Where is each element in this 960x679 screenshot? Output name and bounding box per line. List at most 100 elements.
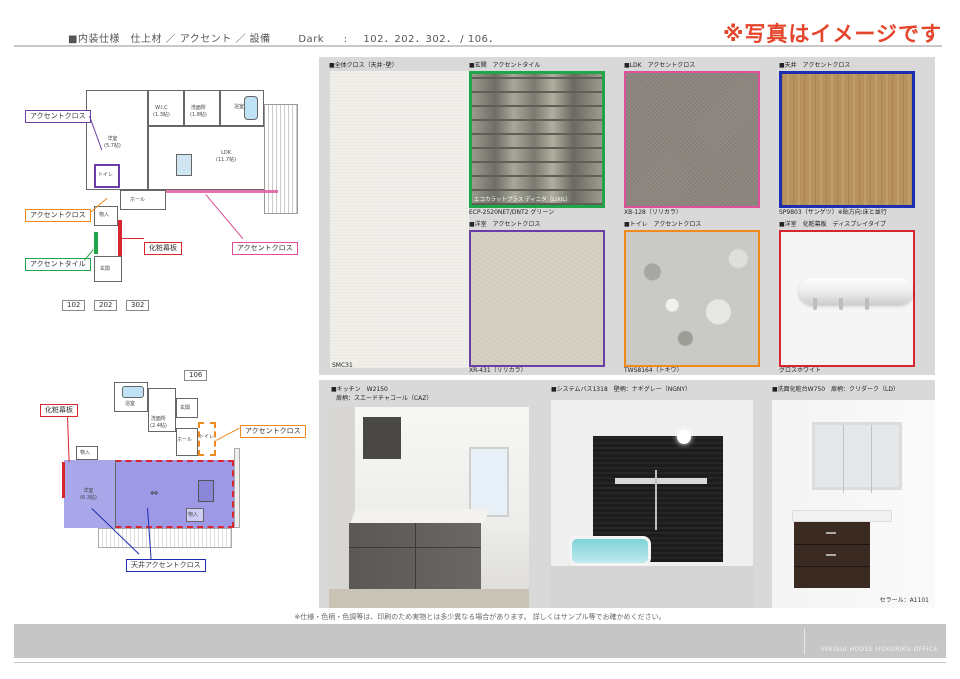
western-board-swatch	[779, 230, 915, 367]
vanity-photo: セラール：A1101	[772, 400, 935, 608]
room-bath-label: 浴室	[125, 401, 136, 407]
room-storage-2-label: 物入	[188, 512, 199, 518]
unit-label-302: 302	[126, 300, 150, 311]
bathtub-icon	[244, 96, 258, 120]
western-cloth-label: ■洋室 アクセントクロス	[469, 221, 541, 228]
unit-label-202: 202	[94, 300, 118, 311]
room-storage-label: 物入	[99, 212, 110, 218]
bathtub-icon	[122, 386, 144, 398]
unit-list: 102．202．302． / 106．	[363, 34, 499, 45]
room-hall-label: ホール	[177, 437, 193, 443]
leader-line	[122, 238, 144, 239]
western-cloth-swatch	[469, 230, 605, 367]
room-entrance-label: 玄関	[100, 266, 111, 272]
floor-plan-106: 106 浴室 洗面所 (2.4帖) 玄関 ホール トイレ 物入 洋室 (6.3帖) …	[0, 368, 310, 588]
toilet-cloth-swatch	[624, 230, 760, 367]
leader-line	[216, 427, 240, 441]
kitchen-title: ■キッチン W2150	[331, 386, 388, 393]
section-title: ■内装仕様 仕上材 ／ アクセント ／ 設備	[68, 34, 271, 45]
room-toilet-label: トイレ	[199, 434, 215, 440]
vanity-title: ■洗面化粧台W750 扉柄：クリダーク（LD）	[772, 386, 900, 393]
room-washroom-label: 洗面所 (1.8帖)	[190, 105, 207, 118]
makeup-board-marker	[62, 462, 65, 498]
hook-icon	[865, 298, 869, 310]
western-cloth-code: XR-431（リリカラ）	[469, 367, 527, 374]
kitchen-counter-icon	[176, 154, 192, 176]
kitchen-photo	[329, 407, 529, 608]
footer-separator	[804, 628, 805, 654]
header-divider	[14, 45, 942, 47]
all-cloth-code: SMC31	[332, 362, 353, 369]
countertop	[350, 509, 490, 523]
footer-bar: SEKISUI HOUSE HOKURIKU OFFICE	[14, 624, 946, 658]
disclaimer: ※仕様・色柄・色調等は、印刷のため実物とは多少異なる場合があります。 詳しくはサ…	[294, 613, 666, 621]
ceiling-cloth-label: ■天井 アクセントクロス	[779, 62, 851, 69]
callout-makeup-board: 化粧幕板	[144, 242, 182, 255]
floor	[329, 589, 529, 608]
room-ldk	[148, 126, 278, 190]
room-entrance-label: 玄関	[180, 405, 191, 411]
entrance-tile-swatch: エコカラットプラス ディニタ（LIXIL）	[469, 71, 605, 208]
bath-photo	[551, 400, 753, 608]
window	[469, 447, 509, 517]
toilet-cloth-code: TWS8164（トキワ）	[624, 367, 683, 374]
ceiling-light	[677, 430, 691, 444]
swap-arrow-icon: ⇔	[150, 488, 159, 499]
toilet-cloth-label: ■トイレ アクセントクロス	[624, 221, 702, 228]
balcony	[264, 104, 298, 214]
kitchen-cabinet	[349, 523, 481, 589]
western-board-label: ■洋室 化粧幕板 ディスプレイタイプ	[779, 221, 887, 228]
all-cloth-label: ■全体クロス（天井･壁）	[329, 62, 398, 69]
accent-tile-marker	[94, 232, 98, 254]
western-board-code: グロスホワイト	[779, 367, 822, 374]
footer-rule	[14, 662, 946, 663]
finish-samples-panel: ■全体クロス（天井･壁） SMC31 ■玄関 アクセントタイル エコカラットプラ…	[319, 57, 935, 375]
room-western-label: 洋室 (5.7帖)	[104, 136, 121, 149]
header-title: ■内装仕様 仕上材 ／ アクセント ／ 設備 Dark : 102．202．30…	[68, 30, 505, 45]
balcony	[98, 528, 232, 548]
ldk-cloth-code: XB-128（リリカラ）	[624, 209, 682, 216]
callout-ceiling-accent: 天井アクセントクロス	[126, 559, 206, 572]
header: ■内装仕様 仕上材 ／ アクセント ／ 設備 Dark : 102．202．30…	[0, 0, 960, 48]
vanity-basin	[792, 510, 892, 522]
mirror	[615, 478, 707, 484]
entrance-tile-code: ECP-2520NET/DNT2 グリーン	[469, 209, 555, 216]
callout-accent-cloth: アクセントクロス	[240, 425, 306, 438]
floor-plan-102: 洋室 (5.7帖) W.I.C (1.3帖) 洗面所 (1.8帖) 浴室 LDK (11…	[0, 60, 310, 320]
unit-label-106: 106	[184, 370, 208, 381]
company-name: SEKISUI HOUSE HOKURIKU OFFICE	[820, 646, 938, 653]
all-cloth-swatch	[330, 71, 469, 368]
ldk-cloth-label: ■LDK アクセントクロス	[624, 62, 696, 69]
ceiling-cloth-swatch	[779, 71, 915, 208]
accent-cloth-marker	[166, 190, 278, 193]
desk-icon	[198, 480, 214, 502]
color-scheme: Dark	[298, 34, 325, 45]
ldk-cloth-swatch	[624, 71, 760, 208]
range-hood	[363, 417, 401, 459]
bathtub	[569, 536, 651, 566]
room-wic-label: W.I.C (1.3帖)	[153, 105, 170, 118]
vanity-mirror	[812, 422, 902, 493]
room-washroom-label: 洗面所 (2.4帖)	[150, 416, 167, 429]
hook-icon	[813, 298, 817, 310]
callout-accent-cloth-western: アクセントクロス	[25, 110, 91, 123]
ceiling-cloth-code: SP9803（サンゲツ）※貼方向:床と並行	[779, 209, 887, 216]
callout-makeup-board: 化粧幕板	[40, 404, 78, 417]
vanity-cabinet	[794, 522, 870, 588]
callout-accent-cloth-ldk: アクセントクロス	[232, 242, 298, 255]
entrance-tile-overlay: エコカラットプラス ディニタ（LIXIL）	[474, 197, 571, 203]
room-storage-1-label: 物入	[80, 450, 91, 456]
entrance-tile-label: ■玄関 アクセントタイル	[469, 62, 541, 69]
separator: :	[343, 34, 348, 45]
callout-accent-cloth-toilet: アクセントクロス	[25, 209, 91, 222]
unit-label-102: 102	[62, 300, 86, 311]
bath-floor	[551, 566, 753, 608]
hook-icon	[839, 298, 843, 310]
equipment-panel: ■キッチン W2150 扉柄：スエードチャコール（CAZ） ■システムバス131…	[319, 380, 935, 608]
leader-line	[205, 194, 244, 240]
bath-title: ■システムバス1318 壁柄：ナギグレー（NGNY）	[551, 386, 692, 393]
shower-rail	[655, 470, 657, 530]
room-ldk-label: LDK (11.7帖)	[216, 150, 237, 163]
kitchen-subtitle: 扉柄：スエードチャコール（CAZ）	[336, 395, 433, 402]
image-notice: ※写真はイメージです	[723, 22, 942, 46]
